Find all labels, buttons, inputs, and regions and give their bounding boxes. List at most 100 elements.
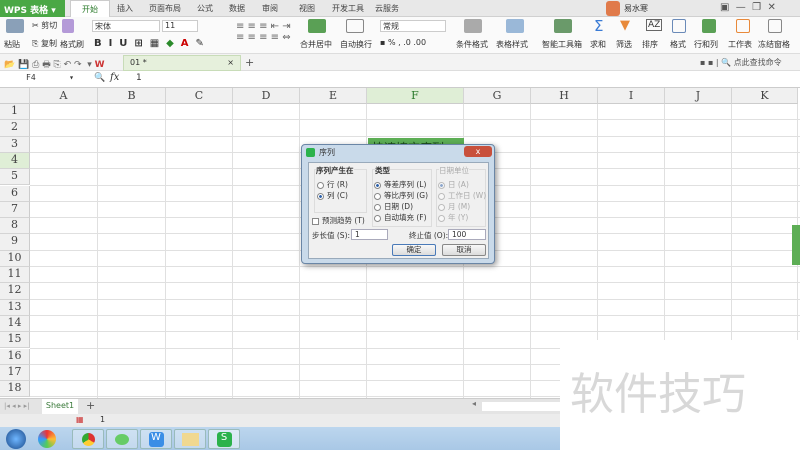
column-header-b[interactable]: B	[98, 88, 166, 104]
row-header-2[interactable]: 2	[0, 120, 30, 137]
radio-linear[interactable]: 等差序列 (L)	[374, 179, 426, 190]
row-header-6[interactable]: 6	[0, 185, 30, 202]
document-tab[interactable]: 01 * ×	[123, 55, 241, 71]
trend-checkbox[interactable]: 预测趋势 (T)	[312, 215, 365, 226]
side-scroll-handle[interactable]	[792, 225, 800, 265]
number-buttons[interactable]: ▪ % , .0 .00	[380, 38, 426, 47]
tab-page-layout[interactable]: 页面布局	[140, 0, 190, 17]
radio-date[interactable]: 日期 (D)	[374, 201, 413, 212]
formula-input[interactable]: 1	[130, 71, 800, 87]
step-input[interactable]: 1	[351, 229, 388, 240]
user-avatar[interactable]	[606, 1, 620, 16]
cut-button[interactable]: ✂ 剪切	[32, 20, 57, 31]
new-tab-button[interactable]: +	[245, 56, 254, 69]
row-header-13[interactable]: 13	[0, 299, 30, 316]
sum-button[interactable]: 求和	[590, 39, 606, 50]
row-header-4[interactable]: 4	[0, 152, 30, 170]
row-header-7[interactable]: 7	[0, 201, 30, 219]
column-header-f[interactable]: F	[367, 88, 464, 104]
add-sheet-button[interactable]: +	[86, 399, 95, 412]
paste-button[interactable]: 粘贴	[4, 39, 20, 50]
tab-developer[interactable]: 开发工具	[328, 0, 368, 17]
tab-formula[interactable]: 公式	[190, 0, 220, 17]
select-all[interactable]	[0, 88, 30, 104]
tab-data[interactable]: 数据	[222, 0, 252, 17]
font-size-value: 11	[165, 21, 176, 30]
column-header-k[interactable]: K	[732, 88, 798, 104]
format-painter-button[interactable]: 格式刷	[60, 39, 84, 50]
filter-button[interactable]: 筛选	[616, 39, 632, 50]
row-header-3[interactable]: 3	[0, 136, 30, 153]
format-buttons[interactable]: B I U ⊞ ▦ ◆ A ✎	[94, 38, 204, 49]
tab-cloud[interactable]: 云服务	[372, 0, 402, 17]
font-size-select[interactable]: 11	[162, 20, 198, 32]
table-style-button[interactable]: 表格样式	[496, 39, 528, 50]
start-button[interactable]	[6, 429, 26, 449]
column-header-e[interactable]: E	[300, 88, 367, 104]
row-header-18[interactable]: 18	[0, 381, 30, 398]
copy-button[interactable]: ⎘ 复制	[32, 38, 57, 49]
merge-center-button[interactable]: 合并居中	[300, 39, 332, 50]
column-header-i[interactable]: I	[598, 88, 665, 104]
column-header-g[interactable]: G	[464, 88, 531, 104]
row-header-12[interactable]: 12	[0, 283, 30, 300]
radio-column[interactable]: 列 (C)	[317, 190, 348, 201]
tab-view[interactable]: 视图	[292, 0, 322, 17]
sort-button[interactable]: 排序	[642, 39, 658, 50]
font-select[interactable]: 宋体	[92, 20, 160, 32]
name-box[interactable]: F4 ▾	[2, 73, 74, 86]
wrap-text-button[interactable]: 自动换行	[340, 39, 372, 50]
row-header-14[interactable]: 14	[0, 315, 30, 333]
ok-button[interactable]: 确定	[392, 244, 436, 256]
sheet-nav-buttons[interactable]: |◂ ◂ ▸ ▸|	[4, 402, 29, 410]
row-header-16[interactable]: 16	[0, 348, 30, 365]
row-header-5[interactable]: 5	[0, 169, 30, 186]
row-header-15[interactable]: 15	[0, 332, 30, 349]
window-controls[interactable]: ▣ — ❐ ✕	[720, 2, 776, 13]
align-buttons[interactable]: ≡ ≡ ≡ ⇤ ⇥ ≡ ≡ ≡ ≡ ⇔	[236, 21, 291, 43]
zoom-icon[interactable]: 🔍	[94, 73, 105, 83]
row-header-10[interactable]: 10	[0, 250, 30, 267]
row-header-9[interactable]: 9	[0, 234, 30, 251]
radio-autofill[interactable]: 自动填充 (F)	[374, 212, 427, 223]
row-header-8[interactable]: 8	[0, 218, 30, 235]
rowcol-button[interactable]: 行和列	[694, 39, 718, 50]
horizontal-scrollbar[interactable]	[482, 402, 560, 411]
radio-row[interactable]: 行 (R)	[317, 179, 348, 190]
column-header-j[interactable]: J	[665, 88, 732, 104]
cancel-button[interactable]: 取消	[442, 244, 486, 256]
wps-sheets-taskbar-icon[interactable]: S	[208, 429, 240, 449]
worksheet-button[interactable]: 工作表	[728, 39, 752, 50]
number-format-select[interactable]: 常规	[380, 20, 446, 32]
wechat-taskbar-icon[interactable]	[106, 429, 138, 449]
close-tab-icon[interactable]: ×	[227, 58, 234, 67]
fx-button[interactable]: fx	[110, 72, 119, 83]
format-button[interactable]: 格式	[670, 39, 686, 50]
row-header-1[interactable]: 1	[0, 104, 30, 121]
chrome-taskbar-icon[interactable]	[72, 429, 104, 449]
column-header-a[interactable]: A	[30, 88, 98, 104]
tab-insert[interactable]: 插入	[110, 0, 140, 17]
column-header-c[interactable]: C	[166, 88, 233, 104]
explorer-taskbar-icon[interactable]	[174, 429, 206, 449]
app-launcher-icon[interactable]	[38, 430, 56, 448]
column-header-h[interactable]: H	[531, 88, 598, 104]
radio-growth[interactable]: 等比序列 (G)	[374, 190, 428, 201]
trend-label: 预测趋势 (T)	[322, 216, 365, 225]
conditional-format-button[interactable]: 条件格式	[456, 39, 488, 50]
row-header-11[interactable]: 11	[0, 267, 30, 284]
sheet-tab-sheet1[interactable]: Sheet1	[42, 399, 78, 414]
stop-input[interactable]: 100	[448, 229, 486, 240]
user-name[interactable]: 易水寒	[624, 3, 648, 14]
hscroll-left[interactable]: ◂	[472, 399, 476, 408]
wps-writer-taskbar-icon[interactable]: W	[140, 429, 172, 449]
tab-review[interactable]: 审阅	[255, 0, 285, 17]
smart-tools-button[interactable]: 智能工具箱	[542, 39, 582, 50]
search-command[interactable]: ▪ ▪ | 🔍 点此查找命令	[700, 57, 782, 68]
wps-menu-button[interactable]: WPS 表格 ▾	[0, 0, 65, 17]
row-header-17[interactable]: 17	[0, 364, 30, 382]
dialog-close-button[interactable]: x	[464, 146, 492, 157]
freeze-panes-button[interactable]: 冻结窗格	[758, 39, 790, 50]
column-header-d[interactable]: D	[233, 88, 300, 104]
tab-home[interactable]: 开始	[70, 0, 110, 17]
